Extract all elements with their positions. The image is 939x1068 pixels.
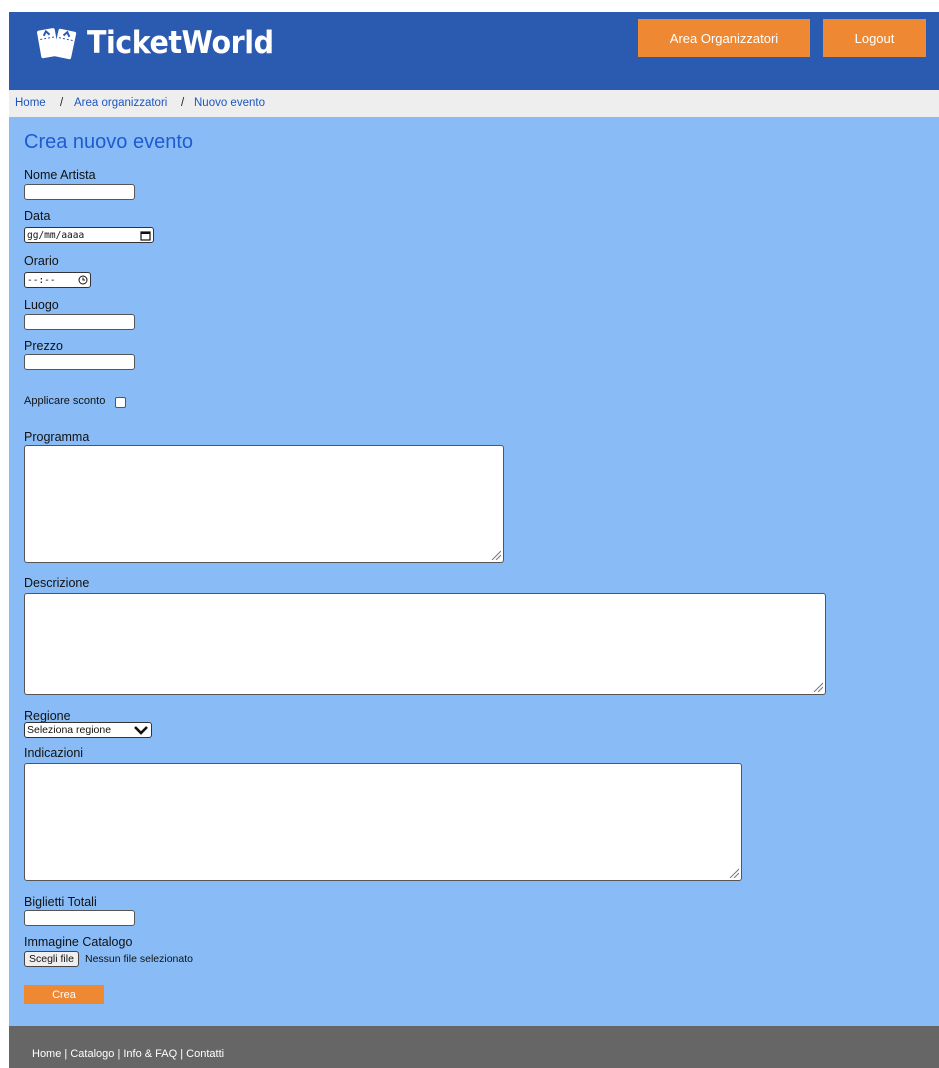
breadcrumb-separator: / — [60, 97, 64, 109]
resize-grip-icon[interactable] — [813, 682, 823, 692]
footer-link-home[interactable]: Home — [32, 1048, 61, 1060]
description-label: Descrizione — [24, 576, 90, 590]
program-textarea[interactable] — [24, 445, 504, 563]
footer-link-info-faq[interactable]: Info & FAQ — [123, 1048, 177, 1060]
date-placeholder: gg/mm/aaaa — [27, 229, 85, 241]
site-footer: Home | Catalogo | Info & FAQ | Contatti — [9, 1026, 939, 1068]
create-button[interactable]: Crea — [24, 985, 104, 1004]
logout-button[interactable]: Logout — [823, 19, 926, 57]
breadcrumb-nuovo-evento[interactable]: Nuovo evento — [194, 97, 265, 109]
date-label: Data — [24, 209, 51, 223]
footer-link-catalogo[interactable]: Catalogo — [70, 1048, 114, 1060]
tickets-label: Biglietti Totali — [24, 895, 97, 909]
breadcrumb-area-organizzatori[interactable]: Area organizzatori — [74, 97, 167, 109]
clock-icon[interactable] — [78, 275, 88, 285]
logo-text: TicketWorld — [87, 25, 274, 61]
file-status: Nessun file selezionato — [85, 953, 193, 965]
breadcrumb-separator: / — [181, 97, 185, 109]
area-organizzatori-button[interactable]: Area Organizzatori — [638, 19, 810, 57]
time-input[interactable]: --:-- — [24, 272, 91, 288]
footer-link-contatti[interactable]: Contatti — [186, 1048, 224, 1060]
breadcrumb: Home / Area organizzatori / Nuovo evento — [9, 90, 939, 117]
page-frame: TicketWorld Area Organizzatori Logout Ho… — [9, 12, 939, 1068]
page-title: Crea nuovo evento — [24, 131, 194, 153]
choose-file-button[interactable]: Scegli file — [24, 951, 79, 967]
tickets-input[interactable] — [24, 910, 135, 926]
date-input[interactable]: gg/mm/aaaa — [24, 227, 154, 243]
site-header: TicketWorld Area Organizzatori Logout — [9, 12, 939, 90]
program-label: Programma — [24, 430, 90, 444]
create-event-form: Crea nuovo evento Nome Artista Data gg/m… — [9, 117, 939, 1026]
artist-input[interactable] — [24, 184, 135, 200]
calendar-icon[interactable] — [140, 230, 151, 241]
footer-separator: | — [64, 1048, 68, 1060]
breadcrumb-home[interactable]: Home — [15, 97, 46, 109]
price-label: Prezzo — [24, 339, 63, 353]
place-input[interactable] — [24, 314, 135, 330]
time-label: Orario — [24, 254, 59, 268]
site-logo[interactable]: TicketWorld — [37, 25, 290, 61]
region-label: Regione — [24, 709, 71, 723]
time-placeholder: --:-- — [27, 274, 56, 286]
artist-label: Nome Artista — [24, 168, 96, 182]
footer-links: Home | Catalogo | Info & FAQ | Contatti — [32, 1048, 224, 1060]
resize-grip-icon[interactable] — [491, 550, 501, 560]
region-select[interactable]: Seleziona regione — [24, 722, 152, 738]
directions-label: Indicazioni — [24, 746, 84, 760]
footer-separator: | — [180, 1048, 184, 1060]
image-label: Immagine Catalogo — [24, 935, 133, 949]
tickets-icon — [37, 28, 77, 60]
description-textarea[interactable] — [24, 593, 826, 695]
place-label: Luogo — [24, 298, 59, 312]
discount-checkbox[interactable] — [115, 397, 126, 408]
region-selected-value: Seleziona regione — [27, 724, 112, 736]
footer-separator: | — [117, 1048, 121, 1060]
resize-grip-icon[interactable] — [729, 868, 739, 878]
directions-textarea[interactable] — [24, 763, 742, 881]
chevron-down-icon — [134, 726, 148, 735]
price-input[interactable] — [24, 354, 135, 370]
discount-label: Applicare sconto — [24, 395, 106, 407]
